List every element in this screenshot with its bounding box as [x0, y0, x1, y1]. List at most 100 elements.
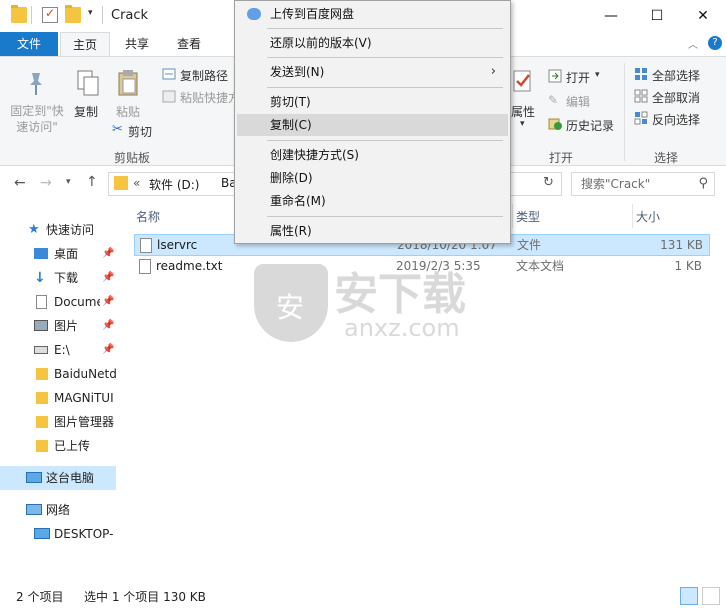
- collapse-ribbon-icon[interactable]: ︿: [688, 36, 698, 51]
- minimize-button[interactable]: —: [588, 0, 634, 32]
- menu-label: 上传到百度网盘: [270, 7, 355, 21]
- breadcrumb-drive[interactable]: 软件 (D:): [149, 176, 199, 193]
- select-group-label: 选择: [654, 151, 679, 165]
- chevron-down-icon[interactable]: ▾: [595, 70, 600, 80]
- tab-share[interactable]: 共享: [114, 32, 160, 56]
- watermark-title: 安下载: [334, 269, 466, 320]
- properties-check-icon[interactable]: ✓: [42, 6, 58, 23]
- nav-network[interactable]: 网络: [0, 498, 116, 522]
- network-icon: [26, 504, 42, 515]
- tab-view[interactable]: 查看: [166, 32, 212, 56]
- pin-icon: 📌: [102, 320, 115, 331]
- nav-desktop-pc[interactable]: DESKTOP-: [0, 522, 116, 546]
- menu-item-cut[interactable]: 剪切(T): [237, 91, 508, 113]
- copy-path-button[interactable]: 复制路径: [180, 67, 228, 84]
- clipboard-group-label: 剪贴板: [114, 151, 151, 165]
- column-name[interactable]: 名称: [136, 208, 160, 225]
- nav-item-baidunetdisk[interactable]: BaiduNetd: [0, 362, 116, 386]
- search-input[interactable]: 搜索"Crack" ⚲: [571, 172, 715, 196]
- divider: [267, 140, 503, 141]
- column-size[interactable]: 大小: [636, 208, 660, 225]
- select-none-button[interactable]: 全部取消: [652, 89, 700, 106]
- close-button[interactable]: ✕: [680, 0, 726, 32]
- folder-icon: [36, 392, 48, 404]
- paste-icon: [117, 69, 141, 99]
- nav-label: BaiduNetd: [54, 367, 116, 381]
- history-button[interactable]: 历史记录: [566, 117, 614, 134]
- shield-logo: 安: [254, 264, 328, 342]
- menu-item-copy[interactable]: 复制(C): [237, 114, 508, 136]
- chevron-down-icon[interactable]: ▾: [520, 119, 525, 129]
- large-icons-view-icon[interactable]: [702, 587, 720, 605]
- pin-icon: 📌: [102, 344, 115, 355]
- cut-button[interactable]: 剪切: [128, 123, 152, 140]
- menu-item-upload-baidu[interactable]: 上传到百度网盘: [237, 3, 508, 25]
- nav-item-uploaded[interactable]: 已上传: [0, 434, 116, 458]
- nav-item-pictures[interactable]: 图片 📌: [0, 314, 116, 338]
- tab-file[interactable]: 文件: [0, 32, 58, 56]
- folder-icon: [11, 5, 27, 23]
- item-count: 2 个项目: [16, 590, 64, 604]
- history-icon: [548, 117, 562, 131]
- menu-label: 创建快捷方式(S): [270, 148, 359, 162]
- nav-label: 桌面: [54, 247, 79, 261]
- menu-item-restore-versions[interactable]: 还原以前的版本(V): [237, 32, 508, 54]
- refresh-icon[interactable]: ↻: [543, 175, 554, 190]
- text-file-icon: [139, 259, 151, 274]
- menu-item-delete[interactable]: 删除(D): [237, 167, 508, 189]
- menu-item-rename[interactable]: 重命名(M): [237, 190, 508, 212]
- folder-icon: [114, 176, 128, 190]
- divider: [267, 57, 503, 58]
- nav-label: 已上传: [54, 439, 91, 453]
- search-icon: ⚲: [698, 176, 708, 191]
- nav-label: DESKTOP-: [54, 527, 114, 541]
- breadcrumb-overflow[interactable]: «: [133, 176, 140, 190]
- window-title: Crack: [111, 8, 149, 23]
- drive-icon: [34, 346, 48, 354]
- menu-item-send-to[interactable]: 发送到(N) ›: [237, 61, 508, 83]
- nav-this-pc[interactable]: 这台电脑: [0, 466, 116, 490]
- nav-quick-access[interactable]: ★ 快速访问: [0, 218, 116, 242]
- properties-icon: [512, 69, 534, 95]
- nav-item-downloads[interactable]: ↓ 下载 📌: [0, 266, 116, 290]
- folder-icon: [36, 368, 48, 380]
- details-view-icon[interactable]: [680, 587, 698, 605]
- nav-label: 图片管理器: [54, 415, 115, 429]
- pin-quick-access-button[interactable]: 固定到"快 速访问": [8, 103, 66, 135]
- nav-label: MAGNiTUI: [54, 391, 114, 405]
- recent-locations-chevron-icon[interactable]: ▾: [66, 177, 71, 187]
- select-all-button[interactable]: 全部选择: [652, 67, 700, 84]
- menu-label: 复制(C): [270, 118, 312, 132]
- maximize-button[interactable]: ☐: [634, 0, 680, 32]
- nav-item-e-drive[interactable]: E:\ 📌: [0, 338, 116, 362]
- paste-button[interactable]: 粘贴: [116, 103, 140, 120]
- edit-icon: ✎: [548, 93, 559, 107]
- column-type[interactable]: 类型: [516, 208, 540, 225]
- paste-shortcut-button[interactable]: 粘贴快捷方: [180, 89, 240, 106]
- help-icon[interactable]: ?: [708, 36, 722, 50]
- edit-button[interactable]: 编辑: [566, 93, 590, 110]
- invert-selection-button[interactable]: 反向选择: [652, 111, 700, 128]
- nav-item-desktop[interactable]: 桌面 📌: [0, 242, 116, 266]
- file-size: 131 KB: [660, 238, 703, 252]
- nav-item-magnitude[interactable]: MAGNiTUI: [0, 386, 116, 410]
- new-folder-icon[interactable]: [65, 5, 81, 23]
- watermark: 安 安下载 anxz.com: [254, 258, 474, 348]
- pin-icon: 📌: [102, 248, 115, 259]
- divider: [624, 63, 625, 161]
- menu-item-properties[interactable]: 属性(R): [237, 220, 508, 242]
- folder-icon: [36, 416, 48, 428]
- copy-button[interactable]: 复制: [74, 103, 98, 120]
- nav-item-picture-manager[interactable]: 图片管理器: [0, 410, 116, 434]
- nav-label: 下载: [54, 271, 79, 285]
- tab-home[interactable]: 主页: [60, 32, 110, 56]
- customize-quick-access-icon[interactable]: ▾: [88, 8, 93, 18]
- nav-item-documents[interactable]: Docume 📌: [0, 290, 116, 314]
- menu-item-create-shortcut[interactable]: 创建快捷方式(S): [237, 144, 508, 166]
- properties-button[interactable]: 属性: [511, 103, 535, 120]
- up-arrow-icon[interactable]: ↑: [86, 174, 98, 190]
- forward-arrow-icon[interactable]: →: [40, 175, 52, 191]
- selection-info: 选中 1 个项目 130 KB: [84, 590, 206, 604]
- back-arrow-icon[interactable]: ←: [14, 175, 26, 191]
- open-button[interactable]: 打开: [566, 69, 590, 86]
